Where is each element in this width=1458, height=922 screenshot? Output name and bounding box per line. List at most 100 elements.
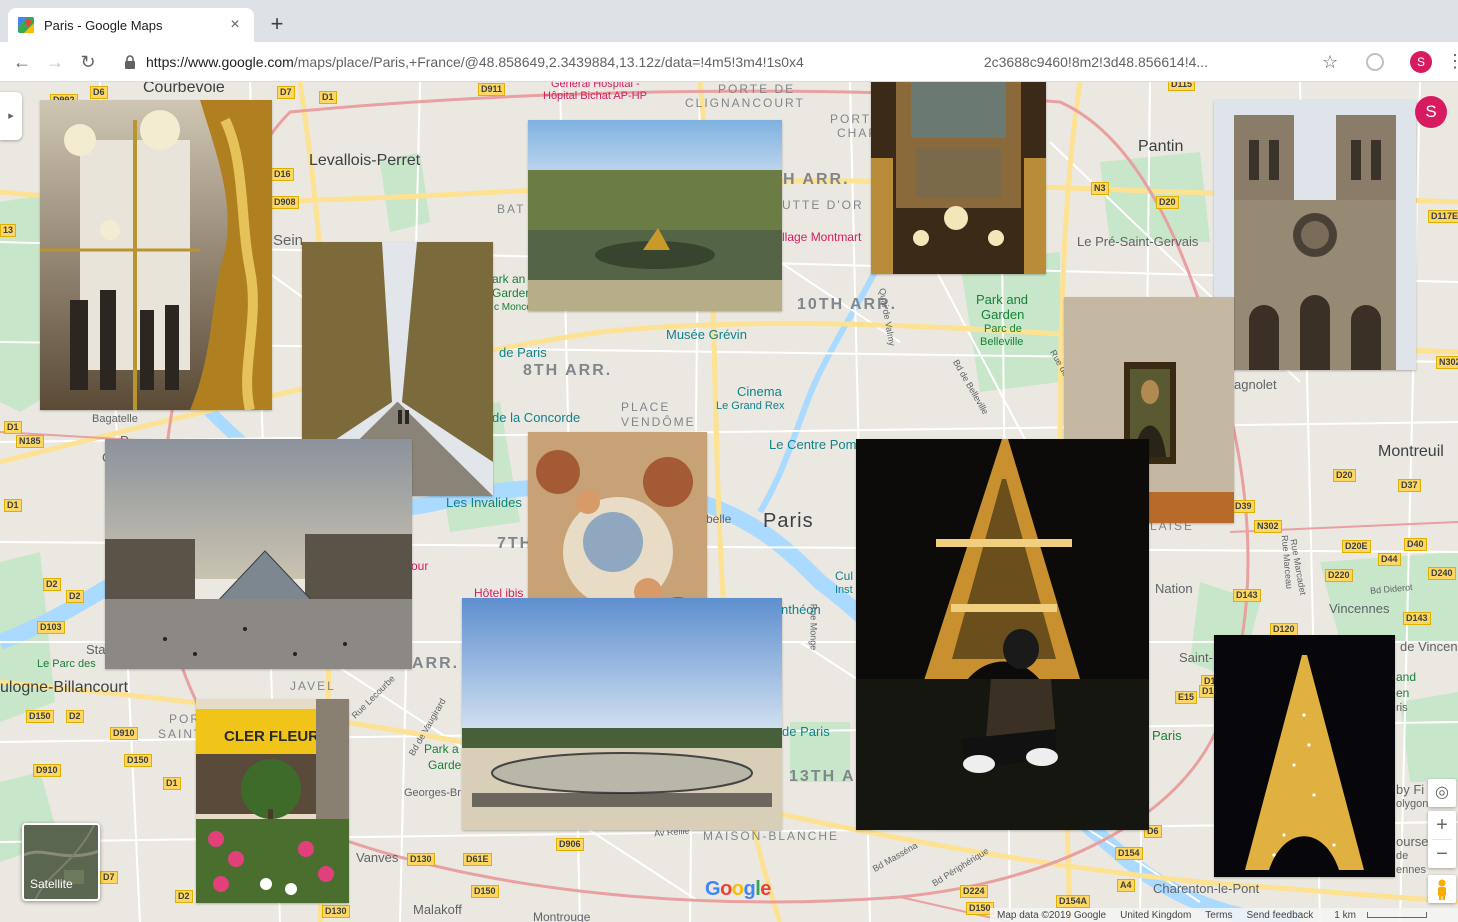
google-logo-letter: e <box>760 878 771 900</box>
road-shield: D908 <box>271 196 299 209</box>
satellite-layer-button[interactable]: Satellite <box>22 823 100 901</box>
road-shield: D1 <box>163 777 181 790</box>
map-label-vincennes: Vincennes <box>1329 601 1390 616</box>
eiffel-tower-sparkle-photo <box>1214 635 1395 877</box>
louvre-pyramid-photo <box>105 439 412 669</box>
map-label-parc-monceau-1: ark an <box>492 272 526 286</box>
road-shield: D7 <box>277 86 295 99</box>
scale-bar <box>1366 911 1427 918</box>
map-footer: Map data ©2019 Google United Kingdom Ter… <box>990 908 1458 922</box>
bookmark-star-icon[interactable]: ☆ <box>1322 52 1338 73</box>
map-label-charenton: Charenton-le-Pont <box>1153 881 1260 896</box>
road-shield: D7 <box>100 871 118 884</box>
map-label-belle: belle <box>706 512 732 526</box>
map-label-belleville: Belleville <box>980 336 1024 348</box>
road-shield: D910 <box>33 764 61 777</box>
map-label-ennes: ennes <box>1396 864 1426 876</box>
map-label-porte-de: PORTE DE <box>718 82 796 96</box>
road-shield: N302 <box>1436 356 1458 369</box>
reload-icon[interactable]: ↻ <box>76 50 100 74</box>
map-label-13th-arr: 13TH A <box>789 768 856 785</box>
road-shield: D154 <box>1115 847 1143 860</box>
cler-fleurs-shop-photo: CLER FLEURS <box>196 699 349 903</box>
zoom-out-button[interactable]: − <box>1428 840 1456 868</box>
map-label-parc-paris: Paris <box>1152 728 1182 743</box>
map-label-vanves: Vanves <box>356 850 399 865</box>
url-path-end: 2c3688c9460!8m2!3d48.856614!4... <box>983 54 1209 70</box>
map-label-vendome: VENDÔME <box>621 415 696 429</box>
google-maps-favicon-icon <box>18 17 34 33</box>
new-tab-icon[interactable]: + <box>266 12 288 36</box>
versailles-gardens-crowd-photo <box>462 598 782 830</box>
map-label-ourse: ourse <box>1396 834 1429 849</box>
url-path: /maps/place/Paris,+France/@48.858649,2.3… <box>293 54 804 70</box>
back-arrow-icon[interactable]: ← <box>10 50 34 74</box>
map-label-right-en: en <box>1396 686 1410 700</box>
map-label-olygon: olygon <box>1396 798 1429 810</box>
road-shield: D2 <box>66 590 84 603</box>
map-label-de: de <box>1396 850 1409 862</box>
map-label-batignolles: BAT <box>497 202 526 216</box>
map-data-attribution: Map data ©2019 Google <box>997 909 1107 921</box>
street-view-pegman-button[interactable] <box>1428 875 1456 903</box>
map-label-seine: Sein <box>273 232 304 249</box>
road-shield: D143 <box>1403 612 1431 625</box>
road-shield: D16 <box>271 168 294 181</box>
road-shield: D39 <box>1232 500 1255 513</box>
map-label-place: PLACE <box>621 400 671 414</box>
map-label-inst: Inst <box>835 584 853 596</box>
map-label-bois-de-vincennes: de Vincen <box>1400 639 1458 654</box>
scale-text: 1 km <box>1334 909 1356 921</box>
eiffel-tower-night-person-photo <box>856 439 1149 830</box>
road-shield: D154A <box>1056 895 1091 908</box>
send-feedback-link[interactable]: Send feedback <box>1240 910 1321 921</box>
map-label-grand-palais: de Paris <box>499 345 547 360</box>
map-label-musee-grevin: Musée Grévin <box>666 327 747 342</box>
map-label-sta: Sta <box>86 642 106 657</box>
pegman-icon <box>1438 879 1446 900</box>
side-panel-toggle[interactable]: ▸ <box>0 92 22 140</box>
browser-tab[interactable]: Paris - Google Maps × <box>8 8 254 42</box>
map-label-bagnolet: agnolet <box>1234 377 1277 392</box>
map-label-saint-mande: Saint- <box>1179 650 1213 665</box>
map-label-courbevoie: Courbevoie <box>143 82 225 96</box>
road-shield: D61E <box>463 853 492 866</box>
map-canvas[interactable]: Courbevoie Levallois-Perret Pantin Le Pr… <box>0 82 1458 922</box>
browser-profile-avatar[interactable]: S <box>1410 51 1432 73</box>
map-label-right-ris: ris <box>1396 702 1408 714</box>
browser-menu-icon[interactable]: ⋮ <box>1446 52 1458 70</box>
road-shield: D40 <box>1404 538 1427 551</box>
map-label-bagatelle: Bagatelle <box>92 413 138 425</box>
map-label-park-and: Park and <box>976 292 1029 307</box>
my-location-button[interactable]: ◎ <box>1428 779 1456 807</box>
map-label-parc-monceau-2: Garden <box>492 286 533 300</box>
tab-strip: Paris - Google Maps × + <box>0 0 1458 42</box>
satellite-label: Satellite <box>30 877 73 891</box>
close-tab-icon[interactable]: × <box>226 16 244 34</box>
road-shield: D910 <box>110 727 138 740</box>
url-text: https://www.google.com/maps/place/Paris,… <box>146 54 1352 70</box>
map-label-our: our <box>411 559 429 573</box>
map-label-15th-arr: ARR. <box>412 655 460 672</box>
map-label-concorde: de la Concorde <box>492 410 581 425</box>
extension-icon[interactable] <box>1366 53 1384 71</box>
road-shield: D143 <box>1233 589 1261 602</box>
terms-link[interactable]: Terms <box>1198 910 1239 921</box>
notre-dame-facade-photo <box>1214 100 1416 370</box>
scale-label[interactable]: 1 km <box>1320 910 1434 921</box>
region-link[interactable]: United Kingdom <box>1113 910 1198 921</box>
map-label-pre-saint-gervais: Le Pré-Saint-Gervais <box>1077 234 1199 249</box>
zoom-in-button[interactable]: + <box>1428 811 1456 839</box>
map-label-montmartre: llage Montmart <box>782 230 862 244</box>
map-label-cul: Cul <box>835 569 854 583</box>
address-bar[interactable]: https://www.google.com/maps/place/Paris,… <box>112 47 1352 77</box>
map-label-by-fi: by Fi <box>1396 782 1425 797</box>
map-label-maison-blanche: MAISON-BLANCHE <box>703 829 840 843</box>
versailles-fountain-garden-photo <box>528 120 782 311</box>
lock-icon <box>124 55 136 69</box>
maps-account-avatar[interactable]: S <box>1415 96 1447 128</box>
map-label-right-and: and <box>1396 670 1417 684</box>
map-label-montrouge: Montrouge <box>533 910 591 922</box>
forward-arrow-icon[interactable]: → <box>43 50 67 74</box>
road-shield: D150 <box>124 754 152 767</box>
